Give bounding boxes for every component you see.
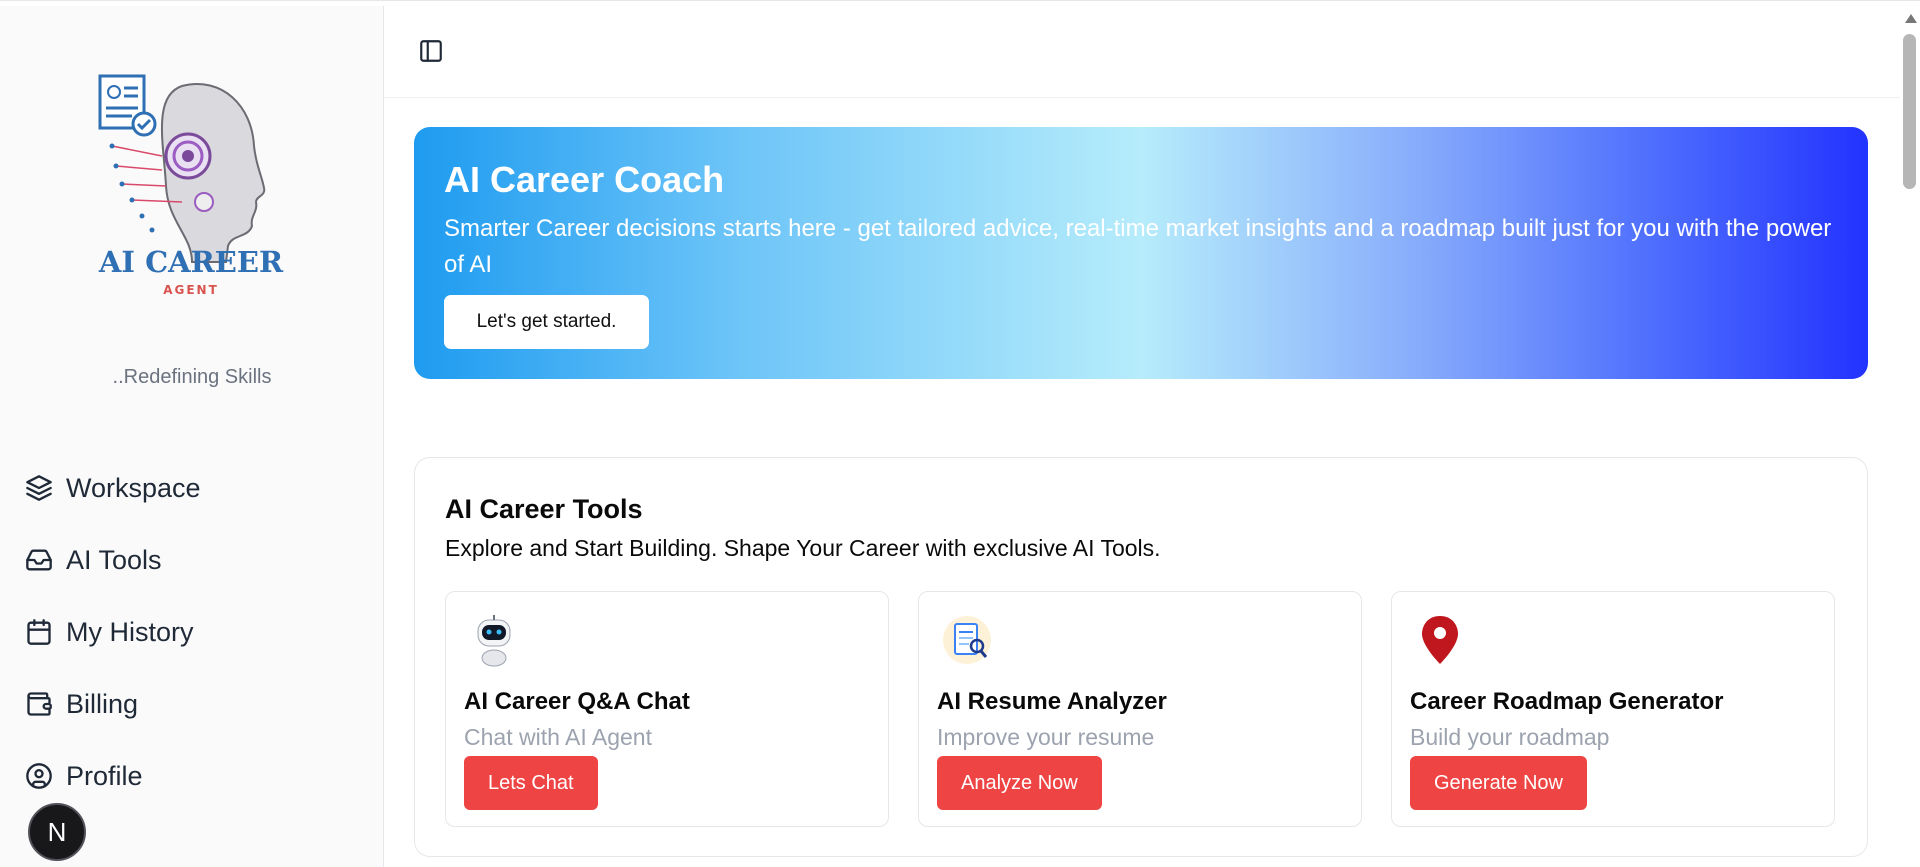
tools-title: AI Career Tools <box>445 494 643 524</box>
resume-icon <box>939 612 995 668</box>
hero-banner: AI Career Coach Smarter Career decisions… <box>414 127 1868 379</box>
dev-badge[interactable]: N <box>28 803 86 861</box>
card-title: AI Career Q&A Chat <box>464 688 690 715</box>
analyze-now-button[interactable]: Analyze Now <box>937 756 1102 810</box>
logo-line1: AI CAREER <box>98 245 284 279</box>
ai-tools-panel: AI Career Tools Explore and Start Buildi… <box>414 457 1868 857</box>
tool-card-qa-chat: AI Career Q&A Chat Chat with AI Agent Le… <box>445 591 889 827</box>
get-started-button[interactable]: Let's get started. <box>444 295 649 349</box>
user-circle-icon <box>24 761 54 791</box>
lets-chat-button[interactable]: Lets Chat <box>464 756 598 810</box>
wallet-icon <box>24 689 54 719</box>
sidebar-nav: Workspace AI Tools My History Billing Pr… <box>24 452 364 812</box>
layers-icon <box>24 473 54 503</box>
card-title: Career Roadmap Generator <box>1410 688 1724 715</box>
sidebar-item-label: Workspace <box>66 472 201 503</box>
map-pin-icon <box>1412 612 1468 668</box>
card-description: Chat with AI Agent <box>464 724 652 750</box>
generate-now-button[interactable]: Generate Now <box>1410 756 1587 810</box>
sidebar-item-label: AI Tools <box>66 544 162 575</box>
sidebar-item-billing[interactable]: Billing <box>24 668 364 740</box>
card-description: Build your roadmap <box>1410 724 1610 750</box>
tools-subtitle: Explore and Start Building. Shape Your C… <box>445 535 1161 561</box>
card-description: Improve your resume <box>937 724 1155 750</box>
inbox-icon <box>24 545 54 575</box>
calendar-icon <box>24 617 54 647</box>
app-logo: AI CAREER AGENT <box>92 66 290 311</box>
hero-title: AI Career Coach <box>444 159 725 200</box>
hero-subtitle: Smarter Career decisions starts here - g… <box>444 215 1832 278</box>
scroll-up-arrow-icon[interactable] <box>1905 14 1917 23</box>
sidebar-item-my-history[interactable]: My History <box>24 596 364 668</box>
sidebar: AI CAREER AGENT ..Redefining Skills Work… <box>0 6 384 867</box>
topbar <box>384 6 1900 98</box>
robot-icon <box>466 612 522 668</box>
tagline: ..Redefining Skills <box>112 366 272 388</box>
sidebar-item-label: Profile <box>66 760 143 791</box>
app-root: AI CAREER AGENT ..Redefining Skills Work… <box>0 0 1920 867</box>
sidebar-item-workspace[interactable]: Workspace <box>24 452 364 524</box>
sidebar-item-label: Billing <box>66 688 139 719</box>
sidebar-item-profile[interactable]: Profile <box>24 740 364 812</box>
tool-card-resume-analyzer: AI Resume Analyzer Improve your resume A… <box>918 591 1362 827</box>
sidebar-toggle-icon[interactable] <box>418 38 444 64</box>
sidebar-item-ai-tools[interactable]: AI Tools <box>24 524 364 596</box>
scrollbar[interactable] <box>1900 6 1920 867</box>
sidebar-item-label: My History <box>66 616 194 647</box>
card-title: AI Resume Analyzer <box>937 688 1167 715</box>
scroll-thumb[interactable] <box>1903 34 1916 189</box>
logo-line2: AGENT <box>163 283 219 297</box>
tool-card-roadmap-generator: Career Roadmap Generator Build your road… <box>1391 591 1835 827</box>
